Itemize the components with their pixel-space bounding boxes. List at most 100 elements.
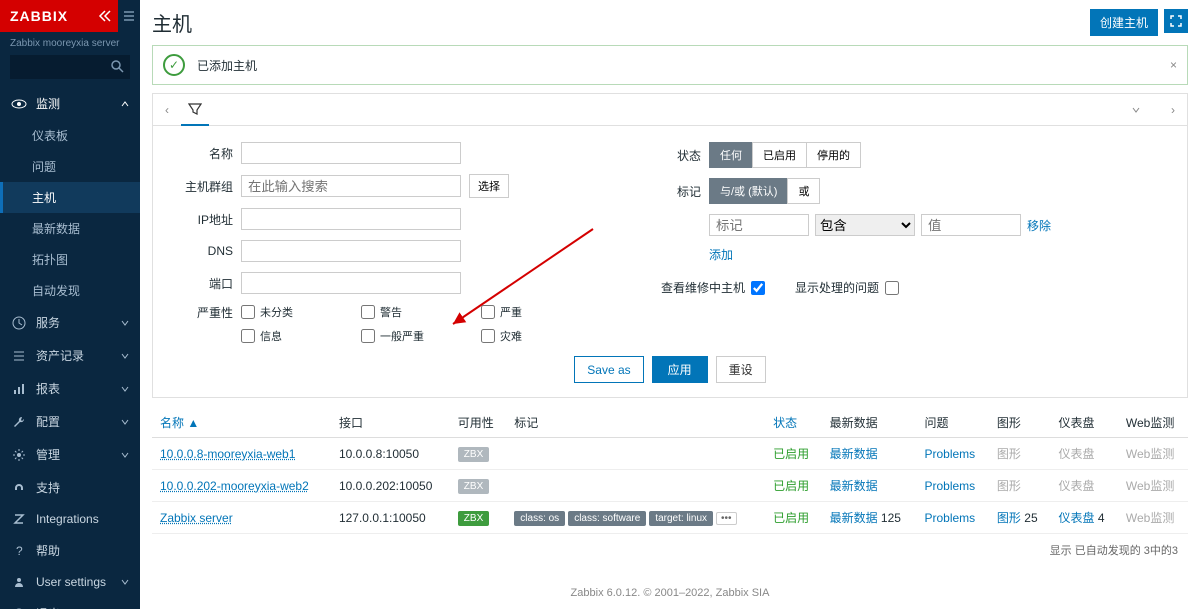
problems-link[interactable]: Problems <box>924 511 975 525</box>
problems-link[interactable]: Problems <box>924 479 975 493</box>
status-enabled[interactable]: 已启用 <box>752 142 807 168</box>
chevron-up-icon <box>120 99 130 109</box>
nav-hosts[interactable]: 主机 <box>0 182 140 213</box>
status-disabled[interactable]: 停用的 <box>806 142 861 168</box>
tag-mode-group: 与/或 (默认) 或 <box>709 178 820 204</box>
create-host-button[interactable]: 创建主机 <box>1090 9 1158 36</box>
tag-mode-andor[interactable]: 与/或 (默认) <box>709 178 788 204</box>
logo-row: ZABBIX <box>0 0 118 32</box>
table-row: 10.0.0.8-mooreyxia-web1 10.0.0.8:10050 Z… <box>152 438 1188 470</box>
nav-help[interactable]: ? 帮助 <box>0 534 140 567</box>
tag-remove-link[interactable]: 移除 <box>1027 217 1051 234</box>
filter-collapse-button[interactable] <box>1131 105 1159 115</box>
svg-text:?: ? <box>16 544 23 558</box>
table-row: Zabbix server 127.0.0.1:10050 ZBX class:… <box>152 502 1188 534</box>
nav-logout[interactable]: 退出 <box>0 597 140 609</box>
latest-data-link[interactable]: 最新数据 <box>830 447 878 461</box>
save-as-button[interactable]: Save as <box>574 356 643 383</box>
list-icon <box>10 349 28 363</box>
server-name-label: Zabbix mooreyxia server <box>0 32 140 55</box>
problems-link[interactable]: Problems <box>924 447 975 461</box>
more-tags-button[interactable]: ••• <box>716 512 737 525</box>
nav-monitoring[interactable]: 监测 <box>0 87 140 120</box>
user-icon <box>10 575 28 589</box>
success-banner: ✓ 已添加主机 × <box>152 45 1188 85</box>
search-icon[interactable] <box>110 59 124 73</box>
filter-icon[interactable] <box>181 94 209 126</box>
nav-integrations[interactable]: Integrations <box>0 504 140 534</box>
graphs-link: 图形 <box>997 447 1021 461</box>
filter-prev-button[interactable]: ‹ <box>153 103 181 117</box>
nav-discovery[interactable]: 自动发现 <box>0 275 140 306</box>
col-tags: 标记 <box>506 408 765 438</box>
suppressed-label: 显示处理的问题 <box>795 279 879 296</box>
suppressed-checkbox[interactable] <box>885 281 899 295</box>
nav-problems[interactable]: 问题 <box>0 151 140 182</box>
host-status: 已启用 <box>773 479 809 493</box>
filter-dns-label: DNS <box>173 244 233 258</box>
tag-mode-or[interactable]: 或 <box>787 178 820 204</box>
filter-ip-label: IP地址 <box>173 211 233 228</box>
col-name[interactable]: 名称 ▲ <box>152 408 331 438</box>
tag-name-input[interactable] <box>709 214 809 236</box>
nav-administration[interactable]: 管理 <box>0 438 140 471</box>
nav-configuration[interactable]: 配置 <box>0 405 140 438</box>
col-latest: 最新数据 <box>822 408 917 438</box>
filter-tags-label: 标记 <box>661 183 701 200</box>
nav-latest-data[interactable]: 最新数据 <box>0 213 140 244</box>
dashboards-link: 仪表盘 <box>1059 479 1095 493</box>
chevron-down-icon <box>120 318 130 328</box>
main-content: 主机 创建主机 ✓ 已添加主机 × ‹ › <box>140 0 1200 609</box>
success-text: 已添加主机 <box>197 57 257 74</box>
col-interface: 接口 <box>331 408 450 438</box>
host-name-link[interactable]: 10.0.0.202-mooreyxia-web2 <box>160 479 309 493</box>
host-tags <box>506 438 765 470</box>
filter-dns-input[interactable] <box>241 240 461 262</box>
maintenance-checkbox[interactable] <box>751 281 765 295</box>
filter-port-input[interactable] <box>241 272 461 294</box>
sidebar-menu-toggle[interactable] <box>118 0 140 32</box>
apply-button[interactable]: 应用 <box>652 356 708 383</box>
status-any[interactable]: 任何 <box>709 142 753 168</box>
severity-average[interactable]: 一般严重 <box>361 328 461 344</box>
filter-next-button[interactable]: › <box>1159 103 1187 117</box>
collapse-sidebar-button[interactable] <box>92 9 118 23</box>
latest-data-link[interactable]: 最新数据 <box>830 479 878 493</box>
host-interface: 127.0.0.1:10050 <box>331 502 450 534</box>
tag-add-link[interactable]: 添加 <box>709 248 733 262</box>
table-footer-count: 显示 已自动发现的 3中的3 <box>152 534 1188 566</box>
nav-user-settings[interactable]: User settings <box>0 567 140 597</box>
host-status: 已启用 <box>773 511 809 525</box>
filter-hostgroups-input[interactable] <box>241 175 461 197</box>
nav-reports[interactable]: 报表 <box>0 372 140 405</box>
filter-name-input[interactable] <box>241 142 461 164</box>
filter-ip-input[interactable] <box>241 208 461 230</box>
host-name-link[interactable]: Zabbix server <box>160 511 233 525</box>
severity-information[interactable]: 信息 <box>241 328 341 344</box>
severity-disaster[interactable]: 灾难 <box>481 328 581 344</box>
severity-unclassified[interactable]: 未分类 <box>241 304 341 320</box>
clock-icon <box>10 316 28 330</box>
dashboards-link[interactable]: 仪表盘 <box>1059 511 1095 525</box>
severity-high[interactable]: 严重 <box>481 304 581 320</box>
nav-dashboards[interactable]: 仪表板 <box>0 120 140 151</box>
nav-support[interactable]: 支持 <box>0 471 140 504</box>
tag-value-input[interactable] <box>921 214 1021 236</box>
graphs-link[interactable]: 图形 <box>997 511 1021 525</box>
severity-warning[interactable]: 警告 <box>361 304 461 320</box>
nav-services[interactable]: 服务 <box>0 306 140 339</box>
nav-inventory[interactable]: 资产记录 <box>0 339 140 372</box>
select-hostgroups-button[interactable]: 选择 <box>469 174 509 198</box>
maintenance-label: 查看维修中主机 <box>661 279 745 296</box>
reset-button[interactable]: 重设 <box>716 356 766 383</box>
fullscreen-button[interactable] <box>1164 9 1188 33</box>
tag-operator-select[interactable]: 包含 <box>815 214 915 236</box>
host-status: 已启用 <box>773 447 809 461</box>
z-icon <box>10 512 28 526</box>
latest-data-link[interactable]: 最新数据 <box>830 511 878 525</box>
nav-maps[interactable]: 拓扑图 <box>0 244 140 275</box>
filter-status-label: 状态 <box>661 147 701 164</box>
banner-close-button[interactable]: × <box>1170 58 1177 72</box>
col-status[interactable]: 状态 <box>765 408 821 438</box>
host-name-link[interactable]: 10.0.0.8-mooreyxia-web1 <box>160 447 295 461</box>
